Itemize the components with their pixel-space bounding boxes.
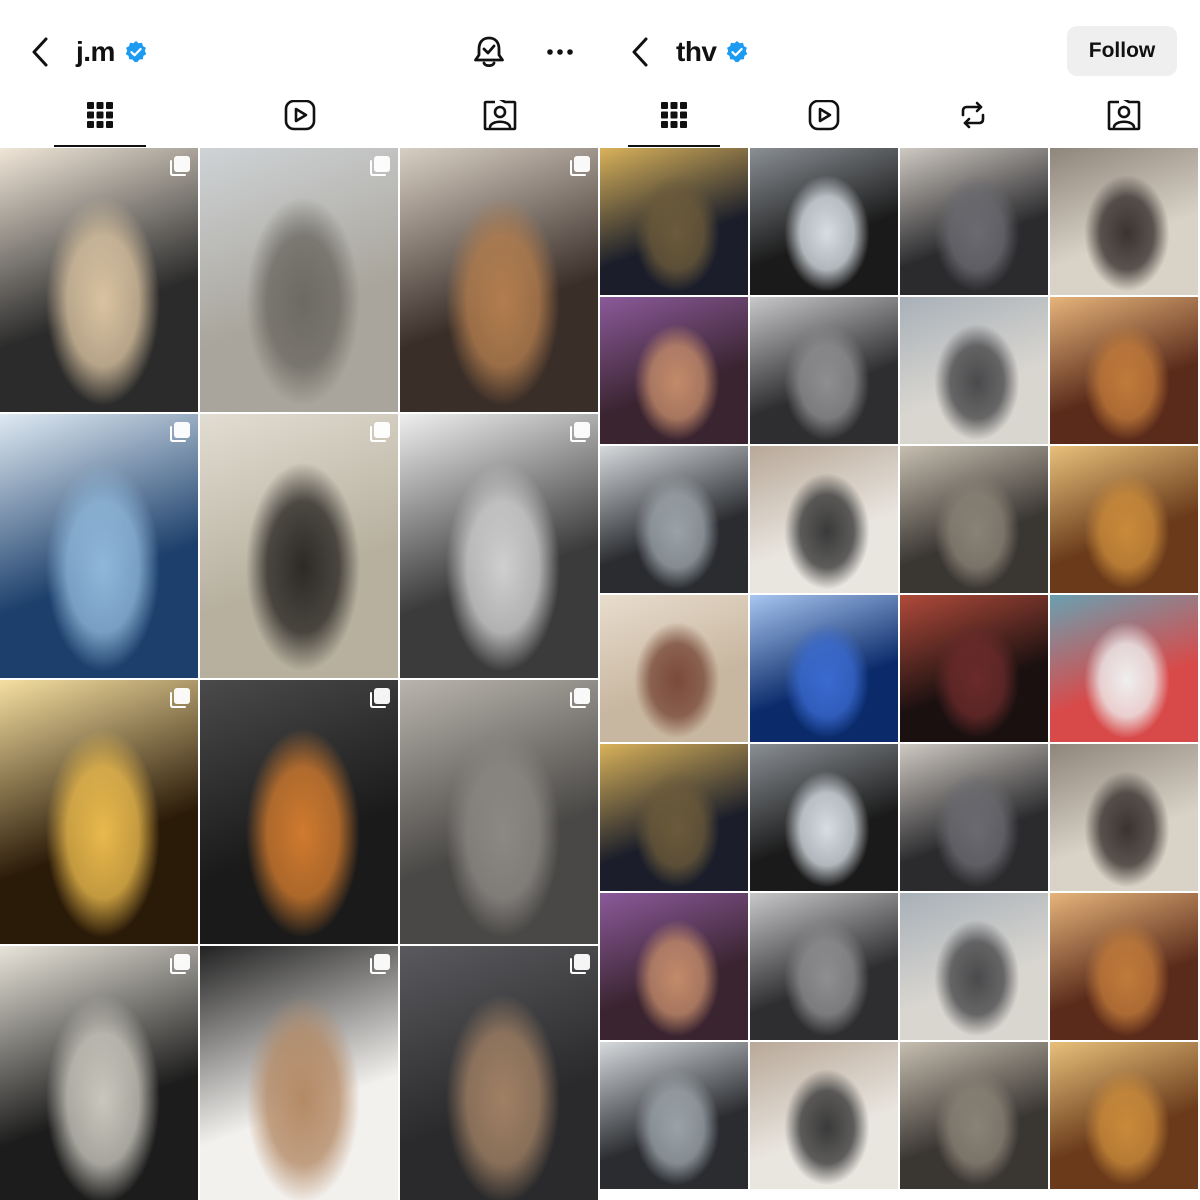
post-thumbnail[interactable] (200, 946, 398, 1200)
post-thumbnail[interactable] (0, 680, 198, 944)
reels-icon (284, 100, 316, 131)
carousel-icon (370, 156, 390, 176)
post-thumbnail[interactable] (750, 148, 898, 295)
grid-icon (661, 102, 687, 128)
verified-badge-icon (726, 41, 748, 63)
post-thumbnail[interactable] (400, 946, 598, 1200)
carousel-icon (170, 954, 190, 974)
profile-username: thv (676, 36, 717, 67)
post-thumbnail[interactable] (900, 595, 1048, 742)
post-thumbnail[interactable] (600, 744, 748, 891)
post-thumbnail[interactable] (1050, 893, 1198, 1040)
carousel-icon (370, 422, 390, 442)
post-thumbnail[interactable] (0, 148, 198, 412)
tagged-icon (1107, 100, 1141, 131)
carousel-icon (570, 156, 590, 176)
back-arrow-icon[interactable] (630, 36, 650, 68)
carousel-icon (170, 156, 190, 176)
post-thumbnail[interactable] (600, 1042, 748, 1189)
follow-button[interactable]: Follow (1067, 26, 1177, 76)
post-thumbnail[interactable] (200, 414, 398, 678)
carousel-icon (570, 422, 590, 442)
post-thumbnail[interactable] (900, 893, 1048, 1040)
tab-reposts[interactable] (927, 100, 1019, 148)
post-thumbnail[interactable] (600, 148, 748, 295)
post-thumbnail[interactable] (200, 680, 398, 944)
post-thumbnail[interactable] (750, 893, 898, 1040)
carousel-icon (570, 954, 590, 974)
post-thumbnail[interactable] (600, 893, 748, 1040)
profile-tab-bar (600, 100, 1200, 148)
tab-reels[interactable] (778, 100, 870, 148)
tab-posts[interactable] (628, 100, 720, 148)
active-tab-indicator (54, 145, 146, 147)
post-thumbnail[interactable] (750, 297, 898, 444)
grid-icon (87, 102, 113, 128)
post-thumbnail[interactable] (600, 446, 748, 593)
repost-icon (961, 101, 985, 129)
post-thumbnail[interactable] (0, 414, 198, 678)
post-thumbnail[interactable] (900, 1042, 1048, 1189)
post-thumbnail[interactable] (1050, 446, 1198, 593)
post-thumbnail[interactable] (750, 1042, 898, 1189)
post-thumbnail[interactable] (1050, 744, 1198, 891)
tab-tagged[interactable] (1078, 100, 1170, 148)
post-thumbnail[interactable] (900, 446, 1048, 593)
post-thumbnail[interactable] (900, 744, 1048, 891)
post-thumbnail[interactable] (400, 148, 598, 412)
post-thumbnail[interactable] (1050, 297, 1198, 444)
post-thumbnail[interactable] (600, 595, 748, 742)
notification-bell-icon[interactable] (472, 34, 506, 70)
carousel-icon (370, 688, 390, 708)
post-thumbnail[interactable] (750, 595, 898, 742)
post-thumbnail[interactable] (1050, 1042, 1198, 1189)
profile-panel-right: thv Follow (600, 0, 1200, 1200)
profile-panel-left: j.m (0, 0, 600, 1200)
carousel-icon (570, 688, 590, 708)
post-thumbnail[interactable] (750, 446, 898, 593)
post-thumbnail[interactable] (600, 297, 748, 444)
more-options-icon[interactable] (546, 48, 574, 56)
tab-posts[interactable] (54, 100, 146, 148)
carousel-icon (370, 954, 390, 974)
post-thumbnail[interactable] (1050, 148, 1198, 295)
profile-tab-bar (0, 100, 600, 148)
tagged-icon (483, 100, 517, 131)
post-thumbnail[interactable] (900, 297, 1048, 444)
carousel-icon (170, 688, 190, 708)
carousel-icon (170, 422, 190, 442)
reels-icon (808, 100, 840, 131)
post-thumbnail[interactable] (400, 680, 598, 944)
profile-username: j.m (76, 36, 115, 67)
profile-header: j.m (0, 0, 600, 100)
post-thumbnail[interactable] (200, 148, 398, 412)
post-thumbnail[interactable] (750, 744, 898, 891)
profile-header: thv Follow (600, 0, 1200, 100)
post-thumbnail[interactable] (900, 148, 1048, 295)
active-tab-indicator (628, 145, 720, 147)
post-thumbnail[interactable] (0, 946, 198, 1200)
verified-badge-icon (125, 41, 147, 63)
tab-tagged[interactable] (454, 100, 546, 148)
post-thumbnail[interactable] (400, 414, 598, 678)
back-arrow-icon[interactable] (30, 36, 50, 68)
tab-reels[interactable] (254, 100, 346, 148)
post-thumbnail[interactable] (1050, 595, 1198, 742)
